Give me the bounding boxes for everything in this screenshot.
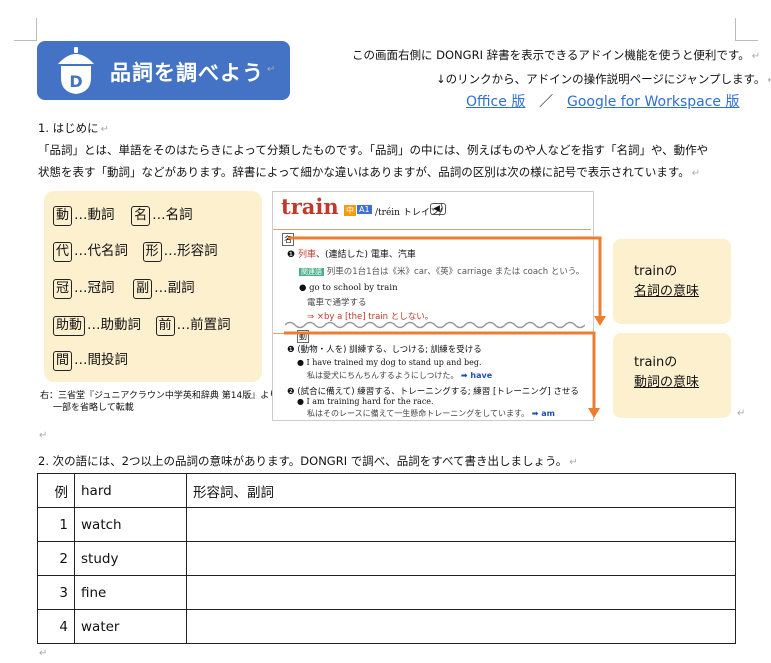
legend-row: 冠 …冠詞 副 …副詞 xyxy=(53,276,195,299)
legend-row: 代 …代名詞 形 …形容詞 xyxy=(53,239,218,262)
word-cell: water xyxy=(74,609,187,644)
cefr-badge: A1 xyxy=(357,205,372,214)
part-of-speech-legend: 動 …動詞 名 …名詞 代 …代名詞 形 …形容詞 冠 …冠詞 副 …副詞 助動 …助動詞 前… xyxy=(44,191,262,382)
pos-name: …間投詞 xyxy=(74,352,129,368)
pos-tag-interjection: 間 xyxy=(53,351,73,371)
legend-row: 間 …間投詞 xyxy=(53,348,128,371)
pos-tag-adjective: 形 xyxy=(142,242,162,262)
pos-name: …冠詞 xyxy=(74,280,115,296)
speaker-icon[interactable]: ◀) xyxy=(430,203,447,215)
section2-heading: 2. 次の語には、2つ以上の品詞の意味があります。DONGRI で調べ、品詞をす… xyxy=(38,454,578,468)
table-row: 1 watch xyxy=(37,507,736,542)
addin-links: Office 版 ／ Google for Workspace 版 xyxy=(466,91,739,111)
source-note: 右：三省堂『ジュニアクラウン中学英和辞典 第14版』より 一部を省略して転載 xyxy=(40,390,278,414)
pos-tag-auxiliary-verb: 助動 xyxy=(53,316,86,336)
link-separator: ／ xyxy=(539,94,554,110)
callout-arrows xyxy=(284,236,606,418)
callout-line: trainの xyxy=(634,355,678,370)
pos-name: …副詞 xyxy=(154,280,195,296)
section1-heading: 1. はじめに ↵ xyxy=(38,121,110,135)
pos-tag-article: 冠 xyxy=(53,279,73,299)
answer-cell[interactable]: 形容詞、副詞 xyxy=(186,473,736,508)
google-workspace-version-link[interactable]: Google for Workspace 版 xyxy=(567,94,740,110)
addin-note-line2: ↓のリンクから、アドインの操作説明ページにジャンプします。↵ xyxy=(436,72,771,86)
worksheet-table: 例 hard 形容詞、副詞 1 watch 2 study 3 fine 4 w… xyxy=(37,473,736,644)
acorn-logo-icon: D xyxy=(58,47,94,94)
pos-name: …動詞 xyxy=(74,207,115,223)
row-number: 2 xyxy=(37,541,75,576)
return-mark: ↵ xyxy=(267,64,276,75)
addin-note-line1: この画面右側に DONGRI 辞書を表示できるアドイン機能を使うと便利です。 ↵ xyxy=(352,48,761,62)
table-row: 2 study xyxy=(37,541,736,576)
corner-mark-top-right xyxy=(735,18,758,41)
table-row: 例 hard 形容詞、副詞 xyxy=(37,473,736,508)
word-cell: watch xyxy=(74,507,187,542)
section1-paragraph-line1: 「品詞」とは、単語をそのはたらきによって分類したものです。「品詞」の中には、例え… xyxy=(38,143,709,157)
pos-name: …名詞 xyxy=(152,207,193,223)
pos-name: …前置詞 xyxy=(176,317,231,333)
corner-mark-top-left xyxy=(14,18,37,41)
pos-tag-preposition: 前 xyxy=(155,316,175,336)
callout-line: 動詞の意味 xyxy=(634,375,700,390)
answer-cell[interactable] xyxy=(186,541,736,576)
legend-row: 助動 …助動詞 前 …前置詞 xyxy=(53,313,231,336)
word-cell: hard xyxy=(74,473,187,508)
row-number: 1 xyxy=(37,507,75,542)
callout-line: trainの xyxy=(634,264,678,279)
pos-tag-adverb: 副 xyxy=(133,279,153,299)
table-row: 4 water xyxy=(37,609,736,644)
word-cell: fine xyxy=(74,575,187,610)
pos-tag-pronoun: 代 xyxy=(53,242,73,262)
level-badge: 中 xyxy=(344,205,356,216)
page-title: 品詞を調べよう xyxy=(110,61,264,85)
legend-row: 動 …動詞 名 …名詞 xyxy=(53,203,193,226)
row-number: 例 xyxy=(37,473,75,508)
pos-tag-noun: 名 xyxy=(131,206,151,226)
table-row: 3 fine xyxy=(37,575,736,610)
pos-name: …形容詞 xyxy=(163,243,218,259)
return-mark: ↵ xyxy=(39,648,48,659)
row-number: 3 xyxy=(37,575,75,610)
word-cell: study xyxy=(74,541,187,576)
office-version-link[interactable]: Office 版 xyxy=(466,94,525,110)
answer-cell[interactable] xyxy=(186,609,736,644)
headword: train xyxy=(281,194,339,219)
section1-paragraph-line2: 状態を表す「動詞」などがあります。辞書によって細かな違いはありますが、品詞の区別… xyxy=(38,165,701,179)
noun-meaning-callout: trainの 名詞の意味 xyxy=(613,239,731,324)
verb-meaning-callout: trainの 動詞の意味 xyxy=(613,333,731,418)
pos-name: …代名詞 xyxy=(74,243,129,259)
pos-tag-verb: 動 xyxy=(53,206,73,226)
return-mark: ↵ xyxy=(39,430,48,441)
pos-name: …助動詞 xyxy=(87,317,142,333)
callout-line: 名詞の意味 xyxy=(634,284,700,299)
answer-cell[interactable] xyxy=(186,575,736,610)
row-number: 4 xyxy=(37,609,75,644)
answer-cell[interactable] xyxy=(186,507,736,542)
source-note-line2: 一部を省略して転載 xyxy=(53,403,134,413)
return-mark: ↵ xyxy=(737,408,746,419)
source-note-line1: 右：三省堂『ジュニアクラウン中学英和辞典 第14版』より xyxy=(40,391,279,401)
svg-text:D: D xyxy=(69,72,82,91)
